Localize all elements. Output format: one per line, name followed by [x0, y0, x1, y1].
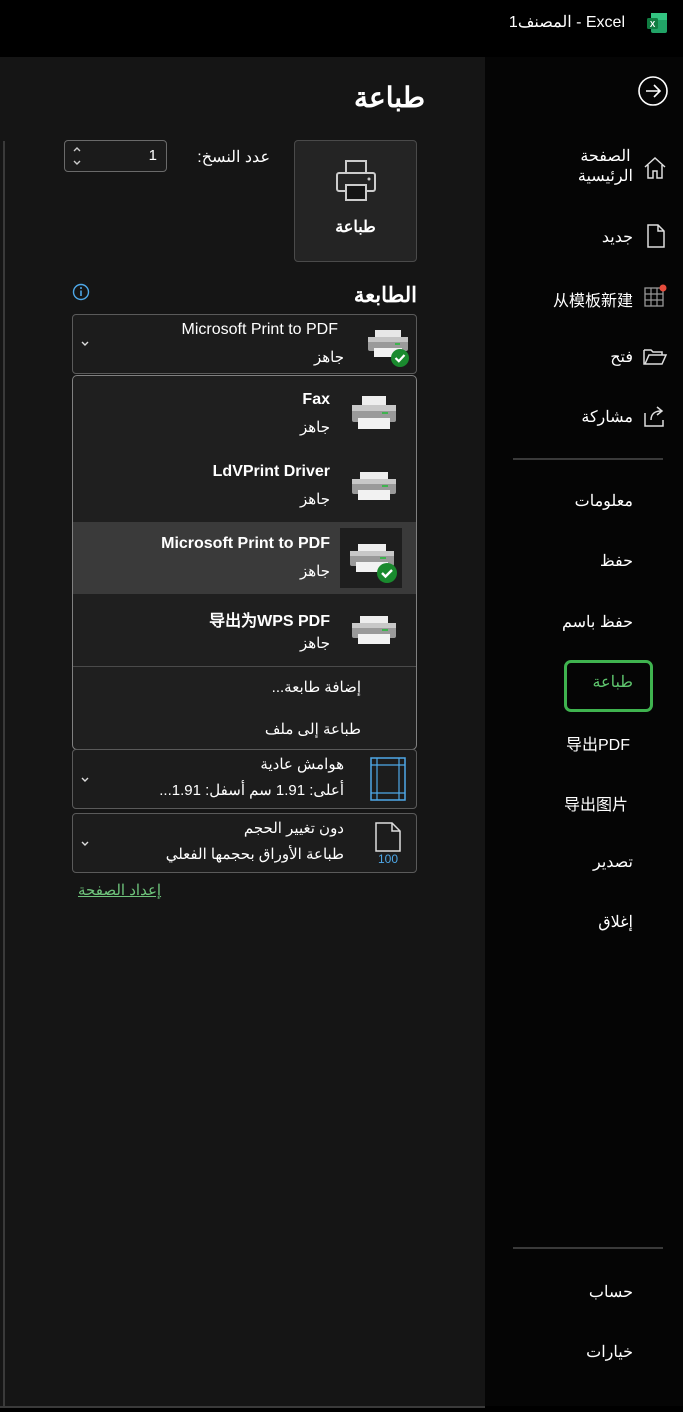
new-document-icon	[647, 224, 665, 248]
sidebar-item-new[interactable]: جديد	[485, 223, 683, 251]
page-setup-link[interactable]: إعداد الصفحة	[78, 881, 161, 899]
scaling-select[interactable]: 100 دون تغيير الحجم طباعة الأوراق بحجمها…	[72, 813, 417, 873]
sidebar-item-info[interactable]: معلومات	[485, 487, 683, 515]
info-icon[interactable]	[72, 283, 90, 301]
printer-option-name: 导出为WPS PDF	[209, 613, 330, 630]
copies-stepper[interactable]: 1	[64, 140, 167, 172]
share-icon	[644, 406, 664, 427]
scaling-icon-text: 100	[378, 852, 398, 865]
page-title: طباعة	[354, 82, 425, 113]
bottom-divider	[0, 1406, 485, 1408]
sidebar-item-from-template[interactable]: 从模板新建	[485, 283, 683, 311]
sidebar-item-label: مشاركة	[581, 409, 633, 426]
printer-option-wps-pdf[interactable]: 导出为WPS PDF جاهز	[73, 594, 416, 666]
selected-printer-name: Microsoft Print to PDF	[181, 321, 338, 338]
sidebar-item-label: إغلاق	[598, 914, 633, 931]
printer-option-status: جاهز	[299, 563, 330, 580]
chevron-down-icon[interactable]	[79, 773, 91, 785]
sidebar-item-save[interactable]: حفظ	[485, 547, 683, 575]
chevron-down-icon[interactable]	[79, 837, 91, 849]
printer-option-status: جاهز	[299, 419, 330, 436]
margins-icon	[370, 757, 406, 801]
printer-option-status: جاهز	[299, 635, 330, 652]
sidebar-item-label: فتح	[610, 349, 633, 366]
printer-option-ldvprint[interactable]: LdVPrint Driver جاهز	[73, 450, 416, 522]
chevron-down-icon[interactable]	[71, 157, 83, 168]
sidebar-item-label: تصدير	[592, 854, 633, 871]
printer-select[interactable]: Microsoft Print to PDF جاهز	[72, 314, 417, 374]
printer-ready-icon	[368, 330, 409, 367]
sidebar-item-label: 导出图片	[563, 797, 628, 814]
sidebar-item-label: معلومات	[574, 493, 633, 510]
add-printer-option[interactable]: إضافة طابعة...	[272, 678, 361, 696]
printer-option-name: Microsoft Print to PDF	[161, 535, 330, 552]
sidebar-item-label: خيارات	[586, 1344, 633, 1361]
sidebar-item-account[interactable]: حساب	[485, 1278, 683, 1306]
scaling-detail: طباعة الأوراق بحجمها الفعلي	[165, 846, 344, 863]
sidebar-item-print[interactable]: طباعة	[485, 668, 683, 696]
printer-option-microsoft-print-to-pdf[interactable]: Microsoft Print to PDF جاهز	[73, 522, 416, 594]
sidebar-item-label: 从模板新建	[552, 293, 633, 310]
sidebar-item-export-image[interactable]: 导出图片	[485, 787, 683, 815]
template-icon	[644, 284, 667, 307]
excel-logo-icon: X	[647, 13, 667, 33]
bottom-edge	[0, 1406, 683, 1412]
sidebar-item-options[interactable]: خيارات	[485, 1338, 683, 1366]
printer-option-status: جاهز	[299, 491, 330, 508]
sidebar-item-label: الصفحة الرئيسية	[577, 148, 633, 185]
printer-ready-icon	[350, 544, 397, 583]
scaling-title: دون تغيير الحجم	[243, 820, 344, 837]
printer-icon	[352, 616, 396, 644]
printer-icon	[352, 472, 396, 500]
margins-title: هوامش عادية	[260, 756, 344, 773]
chevron-up-icon[interactable]	[71, 144, 83, 155]
home-icon	[644, 156, 666, 179]
sidebar-item-close[interactable]: إغلاق	[485, 908, 683, 936]
sidebar-item-label: حساب	[588, 1284, 633, 1301]
svg-text:X: X	[650, 20, 656, 29]
back-arrow-icon[interactable]	[637, 75, 669, 107]
printer-option-name: Fax	[302, 391, 330, 408]
copies-label: عدد النسخ:	[197, 149, 270, 166]
scaling-page-icon: 100	[375, 822, 401, 865]
sidebar-item-home[interactable]: الصفحة الرئيسية	[485, 145, 683, 195]
printer-icon	[336, 160, 376, 201]
dropdown-divider	[73, 666, 416, 667]
sidebar-item-label: جديد	[601, 229, 633, 246]
sidebar-divider	[513, 458, 663, 460]
sidebar-item-label: حفظ باسم	[562, 614, 633, 631]
sidebar-item-export[interactable]: تصدير	[485, 848, 683, 876]
printer-dropdown: Fax جاهز LdVPrint Driver جاهز Microsoft …	[72, 375, 417, 750]
printer-heading: الطابعة	[353, 284, 417, 307]
title-bar: X المصنف1 - Excel	[0, 0, 683, 57]
copies-value[interactable]: 1	[149, 147, 157, 164]
print-panel: طباعة طباعة عدد النسخ: 1 الطابعة Microso…	[0, 57, 485, 1406]
sidebar-item-label: حفظ	[599, 553, 633, 570]
print-button[interactable]: طباعة	[294, 140, 417, 262]
print-button-label: طباعة	[335, 219, 376, 236]
sidebar-item-open[interactable]: فتح	[485, 343, 683, 371]
fax-icon	[352, 396, 396, 429]
backstage-sidebar: الصفحة الرئيسية جديد 从模板新建 فتح مشاركة مع…	[485, 57, 683, 1406]
chevron-down-icon[interactable]	[79, 337, 91, 349]
sidebar-item-export-pdf[interactable]: 导出PDF	[485, 727, 683, 755]
sidebar-item-label: 导出PDF	[565, 737, 630, 754]
sidebar-item-save-as[interactable]: حفظ باسم	[485, 608, 683, 636]
printer-option-name: LdVPrint Driver	[212, 463, 330, 480]
print-to-file-option[interactable]: طباعة إلى ملف	[265, 720, 361, 738]
margins-select[interactable]: هوامش عادية أعلى: 1.91 سم أسفل: 1.91...	[72, 749, 417, 809]
margins-detail: أعلى: 1.91 سم أسفل: 1.91...	[159, 782, 344, 799]
window-title: المصنف1 - Excel	[508, 14, 625, 31]
sidebar-divider	[513, 1247, 663, 1249]
printer-option-fax[interactable]: Fax جاهز	[73, 378, 416, 450]
folder-open-icon	[643, 349, 668, 365]
sidebar-item-label: طباعة	[592, 674, 633, 691]
sidebar-item-share[interactable]: مشاركة	[485, 403, 683, 431]
selected-printer-status: جاهز	[313, 349, 344, 366]
preview-divider	[3, 141, 5, 1406]
